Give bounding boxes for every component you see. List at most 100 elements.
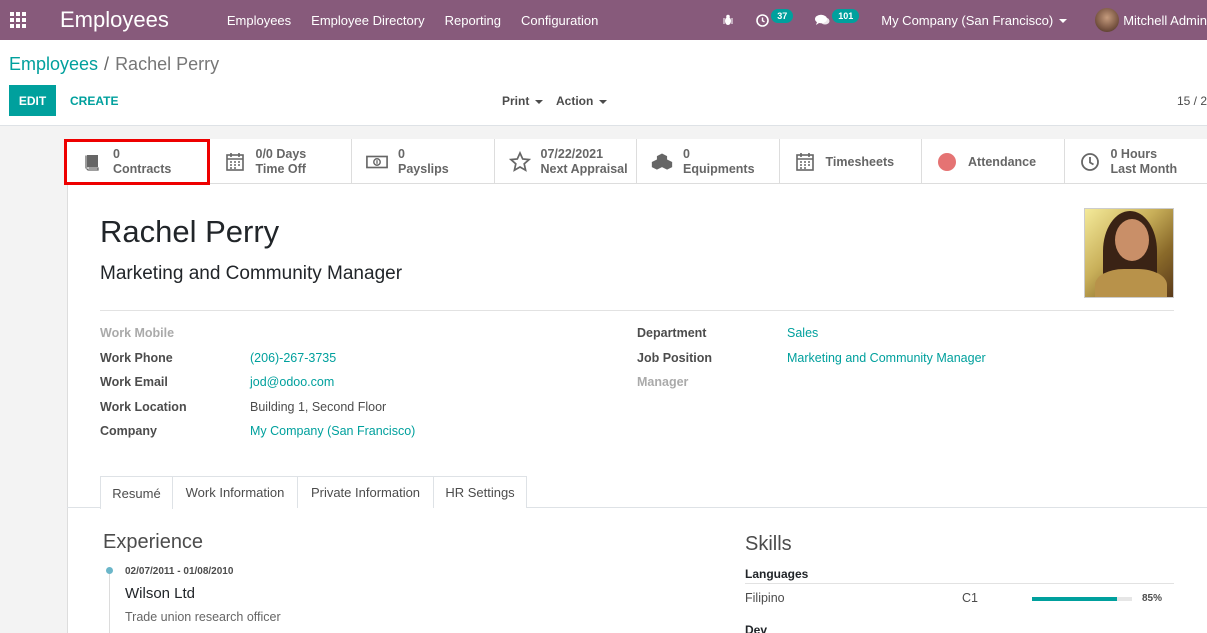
employee-job-title[interactable]: Marketing and Community Manager bbox=[100, 263, 402, 285]
payslips-count: 0 bbox=[398, 146, 405, 161]
work-location-value: Building 1, Second Floor bbox=[250, 400, 387, 414]
company-switcher[interactable]: My Company (San Francisco) bbox=[881, 12, 1068, 28]
company-label: Company bbox=[100, 424, 157, 438]
menu-item-employees[interactable]: Employees bbox=[227, 13, 291, 28]
employee-photo[interactable] bbox=[1084, 208, 1174, 298]
activity-button[interactable]: 37 bbox=[756, 9, 794, 27]
skill-level: C1 bbox=[962, 591, 978, 605]
clock-icon bbox=[756, 13, 769, 27]
edit-button[interactable]: EDIT bbox=[9, 85, 56, 116]
contracts-smart-button[interactable]: 0 Contracts bbox=[67, 139, 210, 184]
breadcrumb-employees-link[interactable]: Employees bbox=[9, 54, 98, 74]
employee-name[interactable]: Rachel Perry bbox=[100, 214, 279, 250]
smart-button-box: 0 Contracts 0/0 Days Time Off 0 Payslips 07… bbox=[67, 139, 1207, 184]
cubes-icon bbox=[651, 151, 673, 173]
manager-label: Manager bbox=[637, 375, 689, 389]
appraisal-smart-button[interactable]: 07/22/2021 Next Appraisal bbox=[495, 139, 637, 184]
equipments-label: Equipments bbox=[683, 161, 755, 176]
user-menu[interactable]: Mitchell Admin bbox=[1095, 8, 1207, 32]
photo-face bbox=[1115, 219, 1149, 261]
tab-resume[interactable]: Resumé bbox=[100, 476, 173, 509]
menu-item-employee-directory[interactable]: Employee Directory bbox=[311, 13, 424, 28]
apps-menu-icon[interactable] bbox=[0, 0, 36, 40]
divider bbox=[745, 583, 1174, 584]
time-off-smart-button[interactable]: 0/0 Days Time Off bbox=[210, 139, 352, 184]
user-name: Mitchell Admin bbox=[1123, 12, 1207, 28]
work-phone-value[interactable]: (206)-267-3735 bbox=[250, 351, 336, 365]
department-value[interactable]: Sales bbox=[787, 326, 818, 340]
chevron-down-icon bbox=[535, 99, 544, 104]
work-location-label: Work Location bbox=[100, 400, 187, 414]
last-month-hours-smart-button[interactable]: 0 Hours Last Month bbox=[1065, 139, 1207, 184]
menu-item-reporting[interactable]: Reporting bbox=[445, 13, 501, 28]
menu-item-configuration[interactable]: Configuration bbox=[521, 13, 598, 28]
timesheets-label: Timesheets bbox=[825, 154, 895, 169]
activity-count-badge: 37 bbox=[771, 9, 794, 23]
payslips-label: Payslips bbox=[398, 161, 449, 176]
debug-icon[interactable] bbox=[722, 14, 734, 26]
breadcrumb-current: Rachel Perry bbox=[115, 54, 220, 74]
department-label: Department bbox=[637, 326, 707, 340]
timeline-line bbox=[109, 574, 110, 633]
company-name: My Company (San Francisco) bbox=[881, 12, 1054, 28]
experience-company[interactable]: Wilson Ltd bbox=[125, 585, 195, 602]
chevron-down-icon bbox=[1059, 19, 1068, 24]
equipments-count: 0 bbox=[683, 146, 690, 161]
print-dropdown[interactable]: Print bbox=[502, 94, 544, 108]
tab-private-information[interactable]: Private Information bbox=[297, 476, 434, 508]
skill-name[interactable]: Filipino bbox=[745, 591, 785, 605]
status-dot-icon bbox=[936, 151, 958, 173]
skills-title: Skills bbox=[745, 533, 792, 555]
time-off-value: 0/0 Days bbox=[255, 146, 307, 161]
action-label: Action bbox=[556, 94, 594, 108]
work-phone-label: Work Phone bbox=[100, 351, 173, 365]
pager-value[interactable]: 15 / 2 bbox=[1177, 94, 1207, 108]
control-panel: Employees / Rachel Perry EDIT CREATE Print… bbox=[0, 40, 1207, 126]
avatar bbox=[1095, 8, 1120, 32]
timeline-dot bbox=[106, 567, 113, 574]
app-name[interactable]: Employees bbox=[60, 7, 169, 33]
messaging-button[interactable]: 101 bbox=[815, 9, 860, 27]
company-value[interactable]: My Company (San Francisco) bbox=[250, 424, 415, 438]
print-label: Print bbox=[502, 94, 530, 108]
tab-work-information[interactable]: Work Information bbox=[172, 476, 298, 508]
job-position-label: Job Position bbox=[637, 351, 712, 365]
attendance-smart-button[interactable]: Attendance bbox=[922, 139, 1065, 184]
appraisal-date: 07/22/2021 bbox=[540, 146, 604, 161]
clock-icon bbox=[1079, 151, 1101, 173]
appraisal-label: Next Appraisal bbox=[540, 161, 628, 176]
breadcrumb: Employees / Rachel Perry bbox=[9, 54, 219, 75]
calendar-icon bbox=[224, 151, 246, 173]
work-email-value[interactable]: jod@odoo.com bbox=[250, 375, 334, 389]
hours-label: Last Month bbox=[1110, 161, 1178, 176]
work-email-label: Work Email bbox=[100, 375, 168, 389]
photo-body bbox=[1095, 269, 1167, 297]
timesheets-smart-button[interactable]: Timesheets bbox=[780, 139, 922, 184]
book-icon bbox=[81, 151, 103, 173]
work-mobile-label: Work Mobile bbox=[100, 326, 175, 340]
skill-progress-bar bbox=[1032, 597, 1132, 601]
breadcrumb-separator: / bbox=[104, 54, 110, 74]
divider bbox=[100, 310, 1174, 311]
experience-dates: 02/07/2011 - 01/08/2010 bbox=[125, 566, 234, 577]
skill-progress-label: 85% bbox=[1142, 593, 1163, 604]
skill-group-dev: Dev bbox=[745, 623, 768, 633]
create-button[interactable]: CREATE bbox=[70, 94, 118, 108]
action-dropdown[interactable]: Action bbox=[556, 94, 608, 108]
calendar-icon bbox=[794, 151, 816, 173]
contracts-count: 0 bbox=[113, 146, 120, 161]
time-off-label: Time Off bbox=[255, 161, 306, 176]
top-navbar: Employees Employees Employee Directory R… bbox=[0, 0, 1207, 40]
equipments-smart-button[interactable]: 0 Equipments bbox=[637, 139, 780, 184]
job-position-value[interactable]: Marketing and Community Manager bbox=[787, 351, 986, 365]
message-count-badge: 101 bbox=[832, 9, 860, 23]
skill-progress-fill bbox=[1032, 597, 1117, 601]
hours-value: 0 Hours bbox=[1110, 146, 1158, 161]
chevron-down-icon bbox=[599, 99, 608, 104]
skill-group-languages: Languages bbox=[745, 567, 809, 581]
payslips-smart-button[interactable]: 0 Payslips bbox=[352, 139, 495, 184]
tab-hr-settings[interactable]: HR Settings bbox=[433, 476, 527, 508]
experience-title: Experience bbox=[103, 531, 204, 553]
star-icon bbox=[508, 150, 531, 173]
comments-icon bbox=[815, 14, 830, 25]
